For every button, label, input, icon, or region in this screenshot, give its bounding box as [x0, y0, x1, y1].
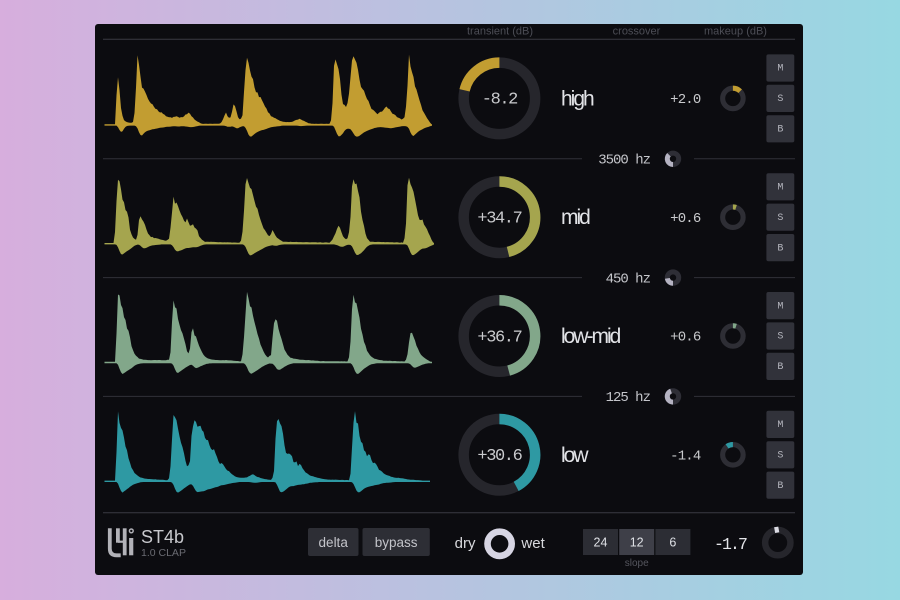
svg-text:transient (dB): transient (dB): [467, 26, 533, 38]
svg-text:3500 hz: 3500 hz: [598, 153, 650, 169]
svg-text:high: high: [561, 87, 594, 110]
svg-text:low-mid: low-mid: [561, 325, 621, 348]
svg-text:+30.6: +30.6: [477, 447, 522, 466]
svg-text:125 hz: 125 hz: [606, 390, 651, 406]
svg-text:dry: dry: [455, 535, 476, 552]
svg-text:S: S: [777, 213, 783, 224]
svg-text:slope: slope: [625, 558, 649, 569]
svg-text:+0.6: +0.6: [670, 330, 701, 346]
svg-text:delta: delta: [319, 535, 349, 550]
svg-text:S: S: [777, 332, 783, 343]
svg-text:ST4b: ST4b: [141, 527, 184, 547]
svg-text:+2.0: +2.0: [670, 92, 701, 108]
svg-text:crossover: crossover: [613, 26, 661, 38]
svg-text:1.0 CLAP: 1.0 CLAP: [141, 547, 186, 559]
svg-text:S: S: [777, 451, 783, 462]
svg-text:24: 24: [594, 535, 608, 549]
svg-text:-8.2: -8.2: [482, 91, 517, 110]
svg-text:low: low: [561, 444, 589, 467]
svg-text:-1.4: -1.4: [670, 448, 701, 464]
svg-text:M: M: [777, 301, 783, 312]
svg-text:wet: wet: [520, 535, 545, 552]
svg-text:B: B: [777, 243, 783, 254]
svg-text:makeup (dB): makeup (dB): [704, 26, 767, 38]
svg-text:M: M: [777, 183, 783, 194]
svg-text:450 hz: 450 hz: [606, 271, 651, 287]
svg-text:S: S: [777, 94, 783, 105]
svg-text:M: M: [777, 420, 783, 431]
svg-text:B: B: [777, 362, 783, 373]
svg-text:+34.7: +34.7: [477, 210, 521, 229]
svg-text:+0.6: +0.6: [670, 211, 701, 227]
svg-text:B: B: [777, 125, 783, 136]
svg-text:M: M: [777, 64, 783, 75]
svg-text:+36.7: +36.7: [477, 328, 521, 347]
svg-text:bypass: bypass: [375, 535, 418, 550]
svg-text:B: B: [777, 481, 783, 492]
svg-text:mid: mid: [561, 206, 590, 229]
svg-text:-1.7: -1.7: [714, 535, 747, 554]
svg-text:6: 6: [669, 535, 676, 549]
svg-text:12: 12: [630, 535, 644, 549]
